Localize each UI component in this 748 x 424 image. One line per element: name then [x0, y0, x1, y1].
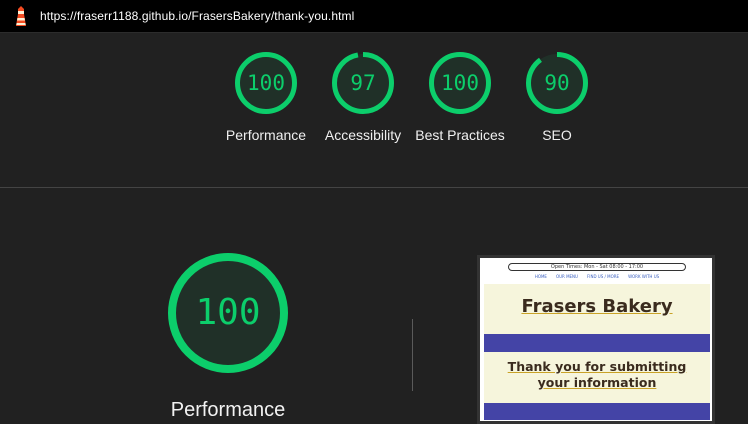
score-label: Accessibility	[324, 127, 402, 143]
performance-title: Performance	[170, 399, 286, 421]
preview-nav-item: FIND US / MORE	[586, 274, 620, 279]
gauge-ring: 100	[428, 51, 492, 115]
gauge-ring: 90	[525, 51, 589, 115]
blue-band	[484, 403, 710, 420]
score-summary: 100 Performance 97 Accessibility 100 Bes…	[0, 33, 748, 188]
gauge-ring: 97	[331, 51, 395, 115]
preview-message: Thank you for submitting your informatio…	[507, 359, 687, 390]
score-value: 90	[544, 71, 570, 95]
preview-brand: Frasers Bakery	[521, 296, 673, 317]
performance-section: 100 Performance Open Times: Mon - Sat 08…	[0, 188, 748, 424]
score-value: 100	[247, 71, 285, 95]
blue-band	[484, 334, 710, 352]
page-screenshot[interactable]: Open Times: Mon - Sat 08:00 - 17:00 HOME…	[477, 255, 715, 424]
score-value: 97	[350, 71, 376, 95]
preview-nav-item: OUR MENU	[555, 274, 578, 279]
gauge-performance[interactable]: 100 Performance	[211, 51, 321, 145]
lighthouse-icon	[16, 6, 26, 26]
gauge-accessibility[interactable]: 97 Accessibility	[308, 51, 418, 145]
score-value: 100	[441, 71, 479, 95]
gauge-seo[interactable]: 90 SEO	[502, 51, 612, 145]
gauge-ring: 100	[234, 51, 298, 115]
score-label: Best Practices	[415, 127, 505, 143]
score-label: Performance	[225, 127, 307, 143]
preview-nav-item: WORK WITH US	[628, 274, 660, 279]
preview-nav-item: HOME	[534, 274, 547, 279]
gauge-best-practices[interactable]: 100 Best Practices	[405, 51, 515, 145]
divider	[412, 319, 413, 391]
preview-nav: HOME OUR MENU FIND US / MORE WORK WITH U…	[484, 273, 710, 281]
open-times-banner: Open Times: Mon - Sat 08:00 - 17:00	[508, 263, 686, 271]
performance-score: 100	[195, 292, 261, 333]
screenshot-content: Open Times: Mon - Sat 08:00 - 17:00 HOME…	[484, 260, 710, 421]
url-bar: https://fraserr1188.github.io/FrasersBak…	[0, 0, 748, 33]
page-url[interactable]: https://fraserr1188.github.io/FrasersBak…	[40, 9, 354, 23]
score-label: SEO	[542, 127, 572, 143]
